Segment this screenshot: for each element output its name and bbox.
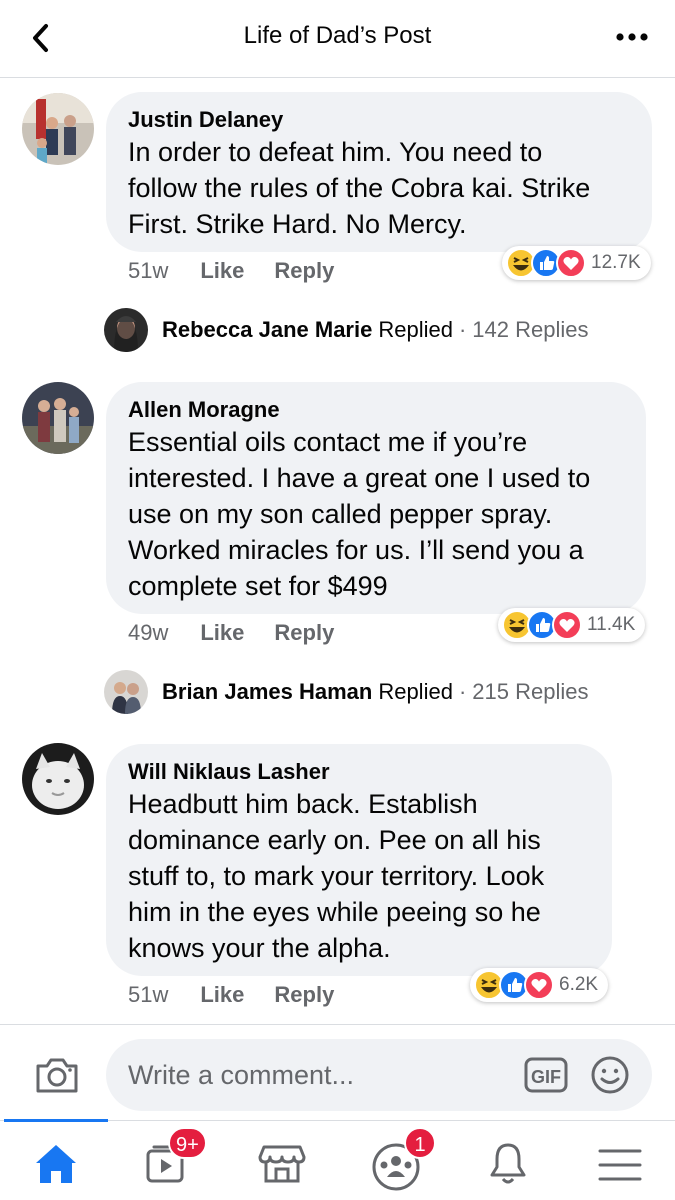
love-reaction-icon [556,248,586,278]
replier-avatar [104,670,148,714]
commenter-avatar[interactable] [22,93,94,165]
comment-timestamp[interactable]: 51w [128,982,168,1008]
comment-composer: GIF [0,1024,675,1120]
more-dots-icon[interactable] [615,25,649,49]
reaction-count: 6.2K [559,974,599,995]
commenter-avatar[interactable] [22,382,94,454]
reactions-summary[interactable]: 11.4K [498,608,646,642]
reaction-count: 11.4K [587,614,636,635]
comment-timestamp[interactable]: 51w [128,258,168,284]
comment-text: In order to defeat him. You need to foll… [128,137,591,239]
comment-bubble[interactable]: Will Niklaus Lasher Headbutt him back. E… [106,744,612,976]
reactions-summary[interactable]: 6.2K [470,968,609,1002]
reply-button[interactable]: Reply [274,620,334,646]
comment-input[interactable] [106,1039,652,1111]
emoji-smile-icon[interactable] [590,1055,630,1095]
separator-dot: · [458,317,467,342]
active-tab-indicator [4,1119,108,1122]
comment-timestamp[interactable]: 49w [128,620,168,646]
comment-text: Essential oils contact me if you’re inte… [128,427,591,601]
commenter-avatar[interactable] [22,743,94,815]
watch-notification-badge: 9+ [168,1127,207,1159]
comment-bubble[interactable]: Allen Moragne Essential oils contact me … [106,382,646,614]
love-reaction-icon [524,970,554,1000]
reaction-count: 12.7K [591,252,641,273]
love-reaction-icon [552,610,582,640]
comment-author[interactable]: Justin Delaney [128,106,632,134]
replies-preview[interactable]: Rebecca Jane Marie Replied · 142 Replies [104,308,588,352]
like-button[interactable]: Like [200,982,244,1008]
like-button[interactable]: Like [200,620,244,646]
replier-name: Brian James Haman [162,679,373,704]
gif-label: GIF [531,1067,561,1087]
reply-count: 142 Replies [472,317,589,342]
comment-meta: 49w Like Reply [128,620,364,646]
comment-bubble[interactable]: Justin Delaney In order to defeat him. Y… [106,92,652,252]
comment-author[interactable]: Will Niklaus Lasher [128,758,592,786]
top-bar: Life of Dad’s Post [0,0,675,78]
reply-count: 215 Replies [472,679,589,704]
tab-menu[interactable] [590,1133,650,1193]
tab-home[interactable] [26,1133,86,1193]
replier-avatar [104,308,148,352]
like-button[interactable]: Like [200,258,244,284]
comment-text: Headbutt him back. Establish dominance e… [128,789,545,963]
comment-meta: 51w Like Reply [128,982,364,1008]
comment-author[interactable]: Allen Moragne [128,396,626,424]
replies-preview[interactable]: Brian James Haman Replied · 215 Replies [104,670,588,714]
page-title: Life of Dad’s Post [243,22,432,49]
hamburger-menu-icon [598,1149,642,1181]
camera-icon[interactable] [34,1055,80,1095]
tab-marketplace[interactable] [252,1133,312,1193]
replied-label: Replied [378,679,453,704]
bottom-tab-bar: 9+ 1 [0,1119,675,1200]
marketplace-store-icon [258,1145,306,1183]
separator-dot: · [458,679,467,704]
home-icon [36,1145,76,1183]
groups-notification-badge: 1 [404,1127,436,1159]
tab-notifications[interactable] [478,1133,538,1193]
replied-label: Replied [378,317,453,342]
reply-button[interactable]: Reply [274,258,334,284]
reply-button[interactable]: Reply [274,982,334,1008]
comment-meta: 51w Like Reply [128,258,364,284]
replier-name: Rebecca Jane Marie [162,317,373,342]
gif-icon: GIF [524,1057,568,1093]
reactions-summary[interactable]: 12.7K [502,246,651,280]
gif-button[interactable]: GIF [524,1057,568,1093]
bell-icon [490,1143,526,1184]
